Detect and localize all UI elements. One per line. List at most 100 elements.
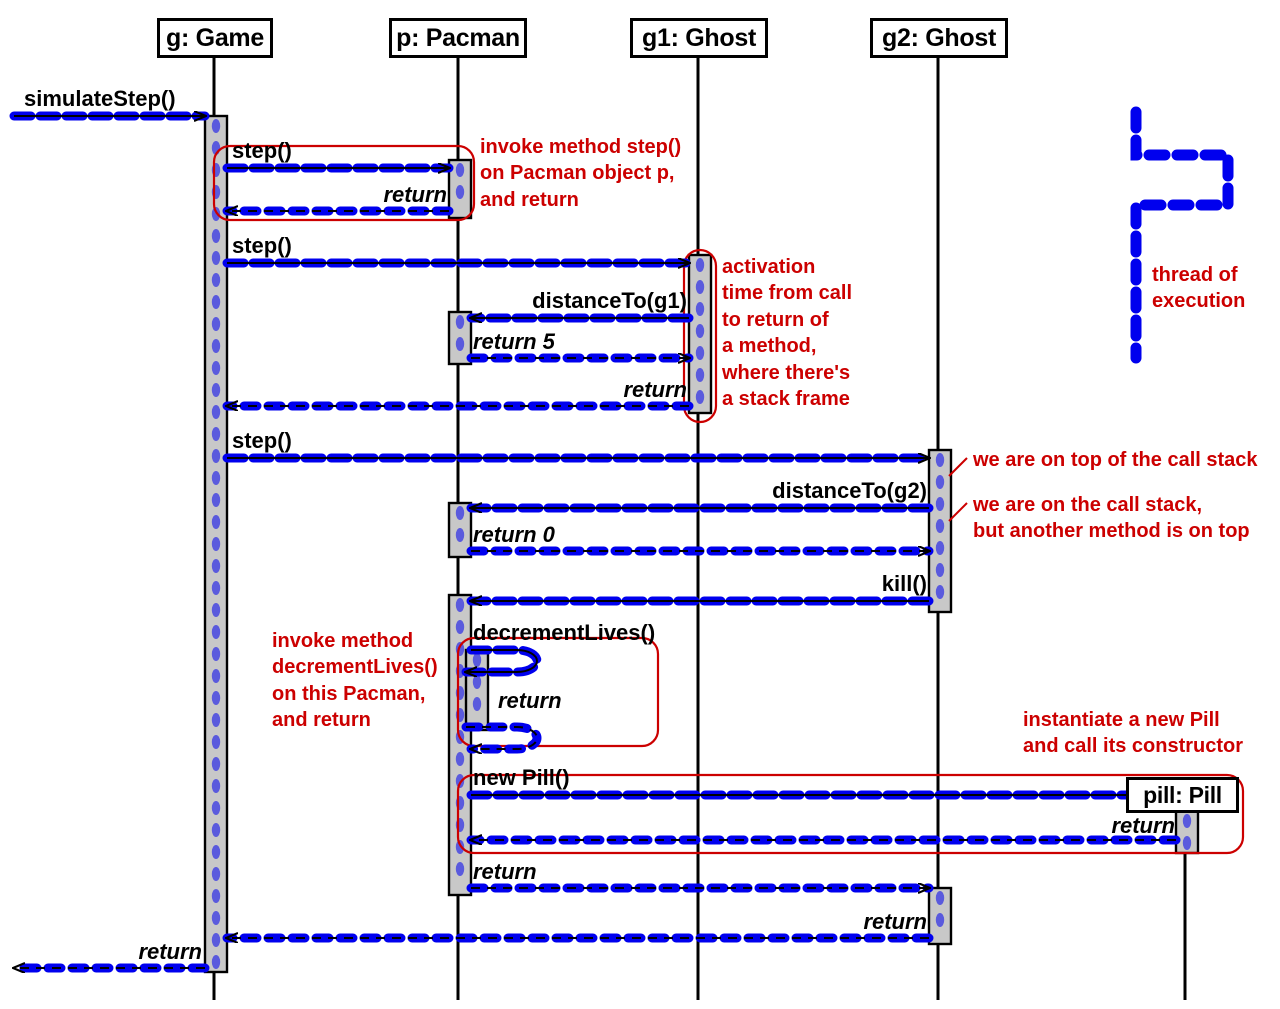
annotation-line: instantiate a new Pill <box>1023 709 1220 731</box>
annotation-line: and call its constructor <box>1023 735 1244 758</box>
thread-dot <box>935 519 945 533</box>
thread-dot <box>455 163 465 177</box>
thread-dot <box>695 346 705 360</box>
thread-dot <box>211 119 221 133</box>
thread-dot <box>211 625 221 639</box>
participant-box-g2[interactable]: g2: Ghost <box>870 18 1008 58</box>
participant-box-g[interactable]: g: Game <box>157 18 273 58</box>
message-label-m8: step() <box>232 428 292 453</box>
thread-dot <box>211 933 221 947</box>
message-label-m16: return <box>473 859 537 884</box>
message-label-m3: return <box>383 182 447 207</box>
annotation-line: execution <box>1152 290 1246 313</box>
thread-dot <box>211 603 221 617</box>
thread-dot <box>211 911 221 925</box>
thread-dot <box>935 585 945 599</box>
thread-dot <box>455 506 465 520</box>
thread-dot <box>935 563 945 577</box>
participant-label-g2: g2: Ghost <box>882 23 996 52</box>
annotation-line: thread of <box>1152 264 1238 286</box>
thread-dot <box>472 653 482 667</box>
thread-dot <box>472 675 482 689</box>
annotation-note-on-stack: we are on the call stack, but another met… <box>973 492 1250 545</box>
thread-dot <box>211 801 221 815</box>
thread-dot <box>1182 836 1192 850</box>
thread-dot <box>211 845 221 859</box>
thread-dot <box>211 229 221 243</box>
participant-label-p: p: Pacman <box>396 23 520 52</box>
thread-dot <box>211 427 221 441</box>
thread-dot <box>935 497 945 511</box>
thread-dot <box>695 368 705 382</box>
thread-dot <box>455 862 465 876</box>
participant-label-g1: g1: Ghost <box>642 23 756 52</box>
thread-dot <box>1182 814 1192 828</box>
thread-dot <box>211 823 221 837</box>
message-label-m10: return 0 <box>473 522 555 547</box>
thread-dot <box>211 779 221 793</box>
activation-a-p-self <box>464 648 490 732</box>
thread-dot <box>211 493 221 507</box>
thread-dot <box>211 405 221 419</box>
thread-dot <box>211 515 221 529</box>
thread-dot <box>211 735 221 749</box>
thread-dot <box>935 475 945 489</box>
thread-legend-path <box>1130 106 1234 364</box>
thread-dot <box>211 757 221 771</box>
thread-dot <box>211 383 221 397</box>
thread-dot <box>211 889 221 903</box>
annotation-line: invoke method <box>272 630 414 652</box>
activation-a-pill <box>1174 809 1200 855</box>
participant-label-pill: pill: Pill <box>1143 781 1222 808</box>
annotation-line: a stack frame <box>722 387 850 410</box>
thread-dot <box>211 647 221 661</box>
annotation-line: on Pacman object p, <box>480 162 675 185</box>
annotation-line: a method, <box>722 335 817 358</box>
thread-dot <box>211 339 221 353</box>
annotation-note-top-stack: we are on top of the call stack <box>973 447 1258 473</box>
message-label-m1: simulateStep() <box>24 86 176 111</box>
thread-dot <box>695 302 705 316</box>
thread-legend-layer <box>1130 106 1234 364</box>
thread-dot <box>455 752 465 766</box>
thread-dot <box>211 449 221 463</box>
thread-dot <box>211 955 221 969</box>
thread-dot <box>455 315 465 329</box>
thread-dot <box>455 620 465 634</box>
activation-a-g2 <box>927 448 953 614</box>
thread-dot <box>211 295 221 309</box>
annotation-line: we are on the call stack, <box>973 494 1202 516</box>
annotation-emphasis: this <box>302 682 338 705</box>
annotation-line: time from call <box>722 282 853 305</box>
thread-dot <box>211 251 221 265</box>
participant-label-g: g: Game <box>166 23 264 52</box>
thread-dot <box>211 559 221 573</box>
thread-dot <box>935 891 945 905</box>
thread-dot <box>211 361 221 375</box>
thread-dot <box>695 258 705 272</box>
thread-dot <box>211 867 221 881</box>
participant-box-g1[interactable]: g1: Ghost <box>630 18 768 58</box>
annotation-line: on this Pacman, <box>272 682 426 705</box>
message-label-m2: step() <box>232 138 292 163</box>
thread-dot <box>455 185 465 199</box>
annotation-note-thread: thread of execution <box>1152 262 1245 315</box>
thread-dot <box>935 541 945 555</box>
message-label-m4: step() <box>232 233 292 258</box>
message-label-m17: return <box>863 909 927 934</box>
message-label-m12: decrementLives() <box>473 620 656 645</box>
message-label-m15: return <box>1111 813 1175 838</box>
thread-dot <box>472 697 482 711</box>
participant-box-pill[interactable]: pill: Pill <box>1126 777 1239 813</box>
annotation-note-decrement: invoke method decrementLives() on this Pac… <box>272 628 438 734</box>
thread-dot <box>935 913 945 927</box>
annotation-note-activation: activation time from call to return of a me… <box>722 254 852 412</box>
sequence-diagram-canvas: g: Game p: Pacman g1: Ghost g2: Ghost pill: … <box>0 0 1280 1009</box>
thread-dot <box>695 390 705 404</box>
activation-a-game <box>203 114 229 974</box>
participant-box-p[interactable]: p: Pacman <box>389 18 527 58</box>
message-label-m18: return <box>138 939 202 964</box>
annotation-line: to return of <box>722 308 829 331</box>
message-label-m11: kill() <box>881 571 927 596</box>
thread-dot <box>455 528 465 542</box>
